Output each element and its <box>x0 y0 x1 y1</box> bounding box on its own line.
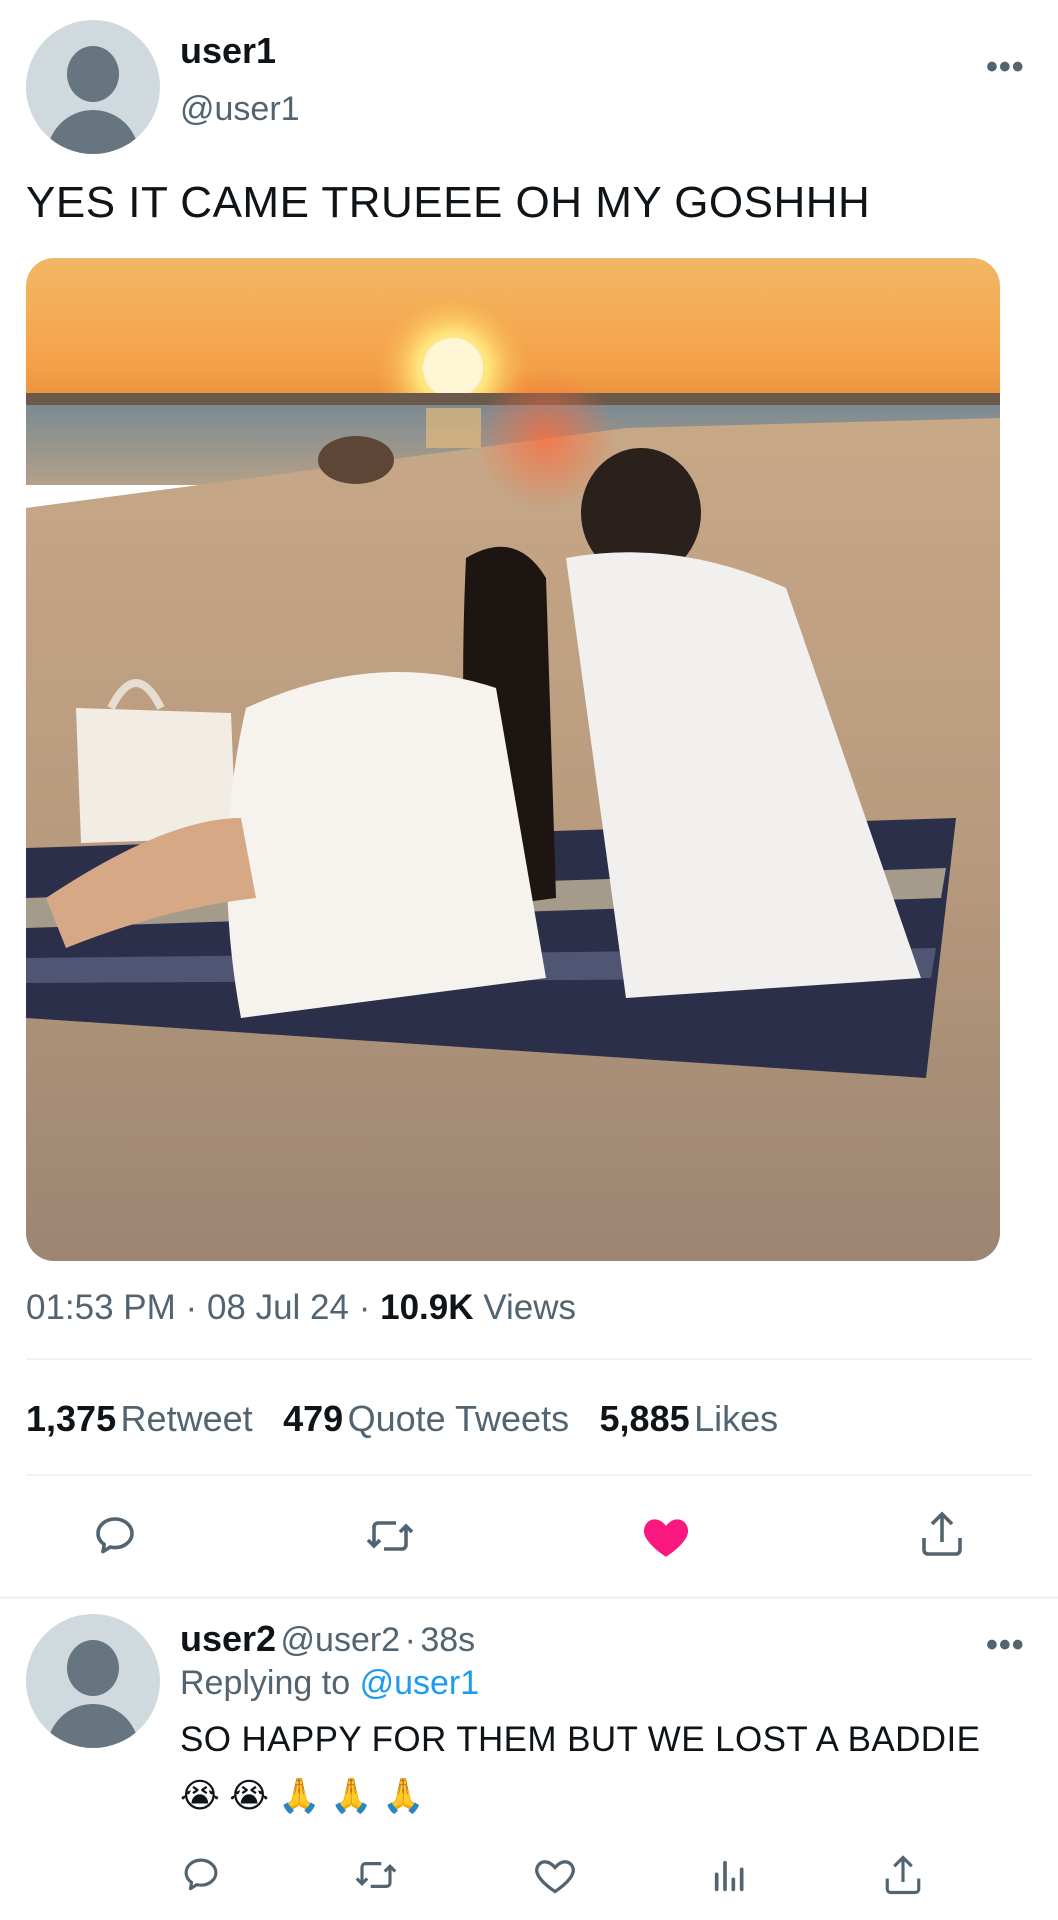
divider <box>26 1358 1032 1360</box>
reply-text: SO HAPPY FOR THEM BUT WE LOST A BADDIE <box>180 1720 981 1759</box>
tweet-text: YES IT CAME TRUEEE OH MY GOSHHH <box>26 178 871 227</box>
share-icon[interactable] <box>882 1852 924 1898</box>
retweets-label: Retweet <box>120 1398 253 1439</box>
stats-row: 1,375 Retweet 479 Quote Tweets 5,885 Lik… <box>26 1398 778 1440</box>
praying-hands-emoji: 🙏 <box>381 1777 425 1815</box>
crying-emoji: 😭 <box>229 1777 269 1815</box>
author-name[interactable]: user1 <box>180 30 276 72</box>
quotes-count: 479 <box>283 1398 344 1439</box>
reply-icon[interactable] <box>180 1854 222 1896</box>
like-icon[interactable] <box>533 1854 577 1896</box>
quotes-label: Quote Tweets <box>347 1398 570 1439</box>
reply-separator: · <box>404 1621 416 1659</box>
reply-more-options-button[interactable]: ••• <box>986 1626 1025 1665</box>
likes-label: Likes <box>694 1398 779 1439</box>
quotes-stat[interactable]: 479 Quote Tweets <box>283 1398 573 1439</box>
tweet-photo[interactable] <box>26 258 1000 1261</box>
retweets-count: 1,375 <box>26 1398 117 1439</box>
views-count: 10.9K <box>380 1288 474 1327</box>
divider <box>26 1474 1032 1476</box>
reply-age: 38s <box>420 1621 476 1659</box>
reply-author-handle[interactable]: @user2 <box>281 1621 401 1659</box>
tweet-meta: 01:53 PM · 08 Jul 24 · 10.9K Views <box>26 1288 576 1328</box>
tweet-date: 08 Jul 24 <box>206 1288 349 1327</box>
praying-hands-emoji: 🙏 <box>330 1777 373 1815</box>
praying-hands-emoji: 🙏 <box>278 1777 321 1815</box>
meta-separator: · <box>185 1288 198 1327</box>
likes-count: 5,885 <box>599 1398 690 1439</box>
replying-to: Replying to @user1 <box>180 1664 479 1703</box>
reply-author-name[interactable]: user2 <box>180 1618 276 1659</box>
replying-prefix: Replying to <box>180 1664 351 1702</box>
retweets-stat[interactable]: 1,375 Retweet <box>26 1398 257 1439</box>
section-divider <box>0 1596 1058 1599</box>
retweet-icon[interactable] <box>364 1512 416 1560</box>
tweet-time: 01:53 PM <box>26 1288 176 1327</box>
reply-icon[interactable] <box>91 1512 139 1560</box>
likes-stat[interactable]: 5,885 Likes <box>600 1398 779 1439</box>
views-label[interactable]: Views <box>483 1288 576 1327</box>
author-handle[interactable]: @user1 <box>180 90 300 129</box>
crying-emoji: 😭 <box>180 1777 220 1815</box>
author-avatar[interactable] <box>26 20 160 154</box>
meta-separator: · <box>358 1288 371 1327</box>
retweet-icon[interactable] <box>353 1854 399 1896</box>
reply-author-avatar[interactable] <box>26 1614 160 1748</box>
analytics-icon[interactable] <box>710 1856 750 1896</box>
replying-to-link[interactable]: @user1 <box>360 1664 480 1702</box>
reply-header: user2 @user2 · 38s <box>180 1618 475 1660</box>
like-icon[interactable] <box>641 1512 691 1560</box>
reply-emojis: 😭 😭 🙏 🙏 🙏 <box>180 1776 424 1816</box>
more-options-button[interactable]: ••• <box>986 48 1025 87</box>
share-icon[interactable] <box>918 1508 966 1560</box>
